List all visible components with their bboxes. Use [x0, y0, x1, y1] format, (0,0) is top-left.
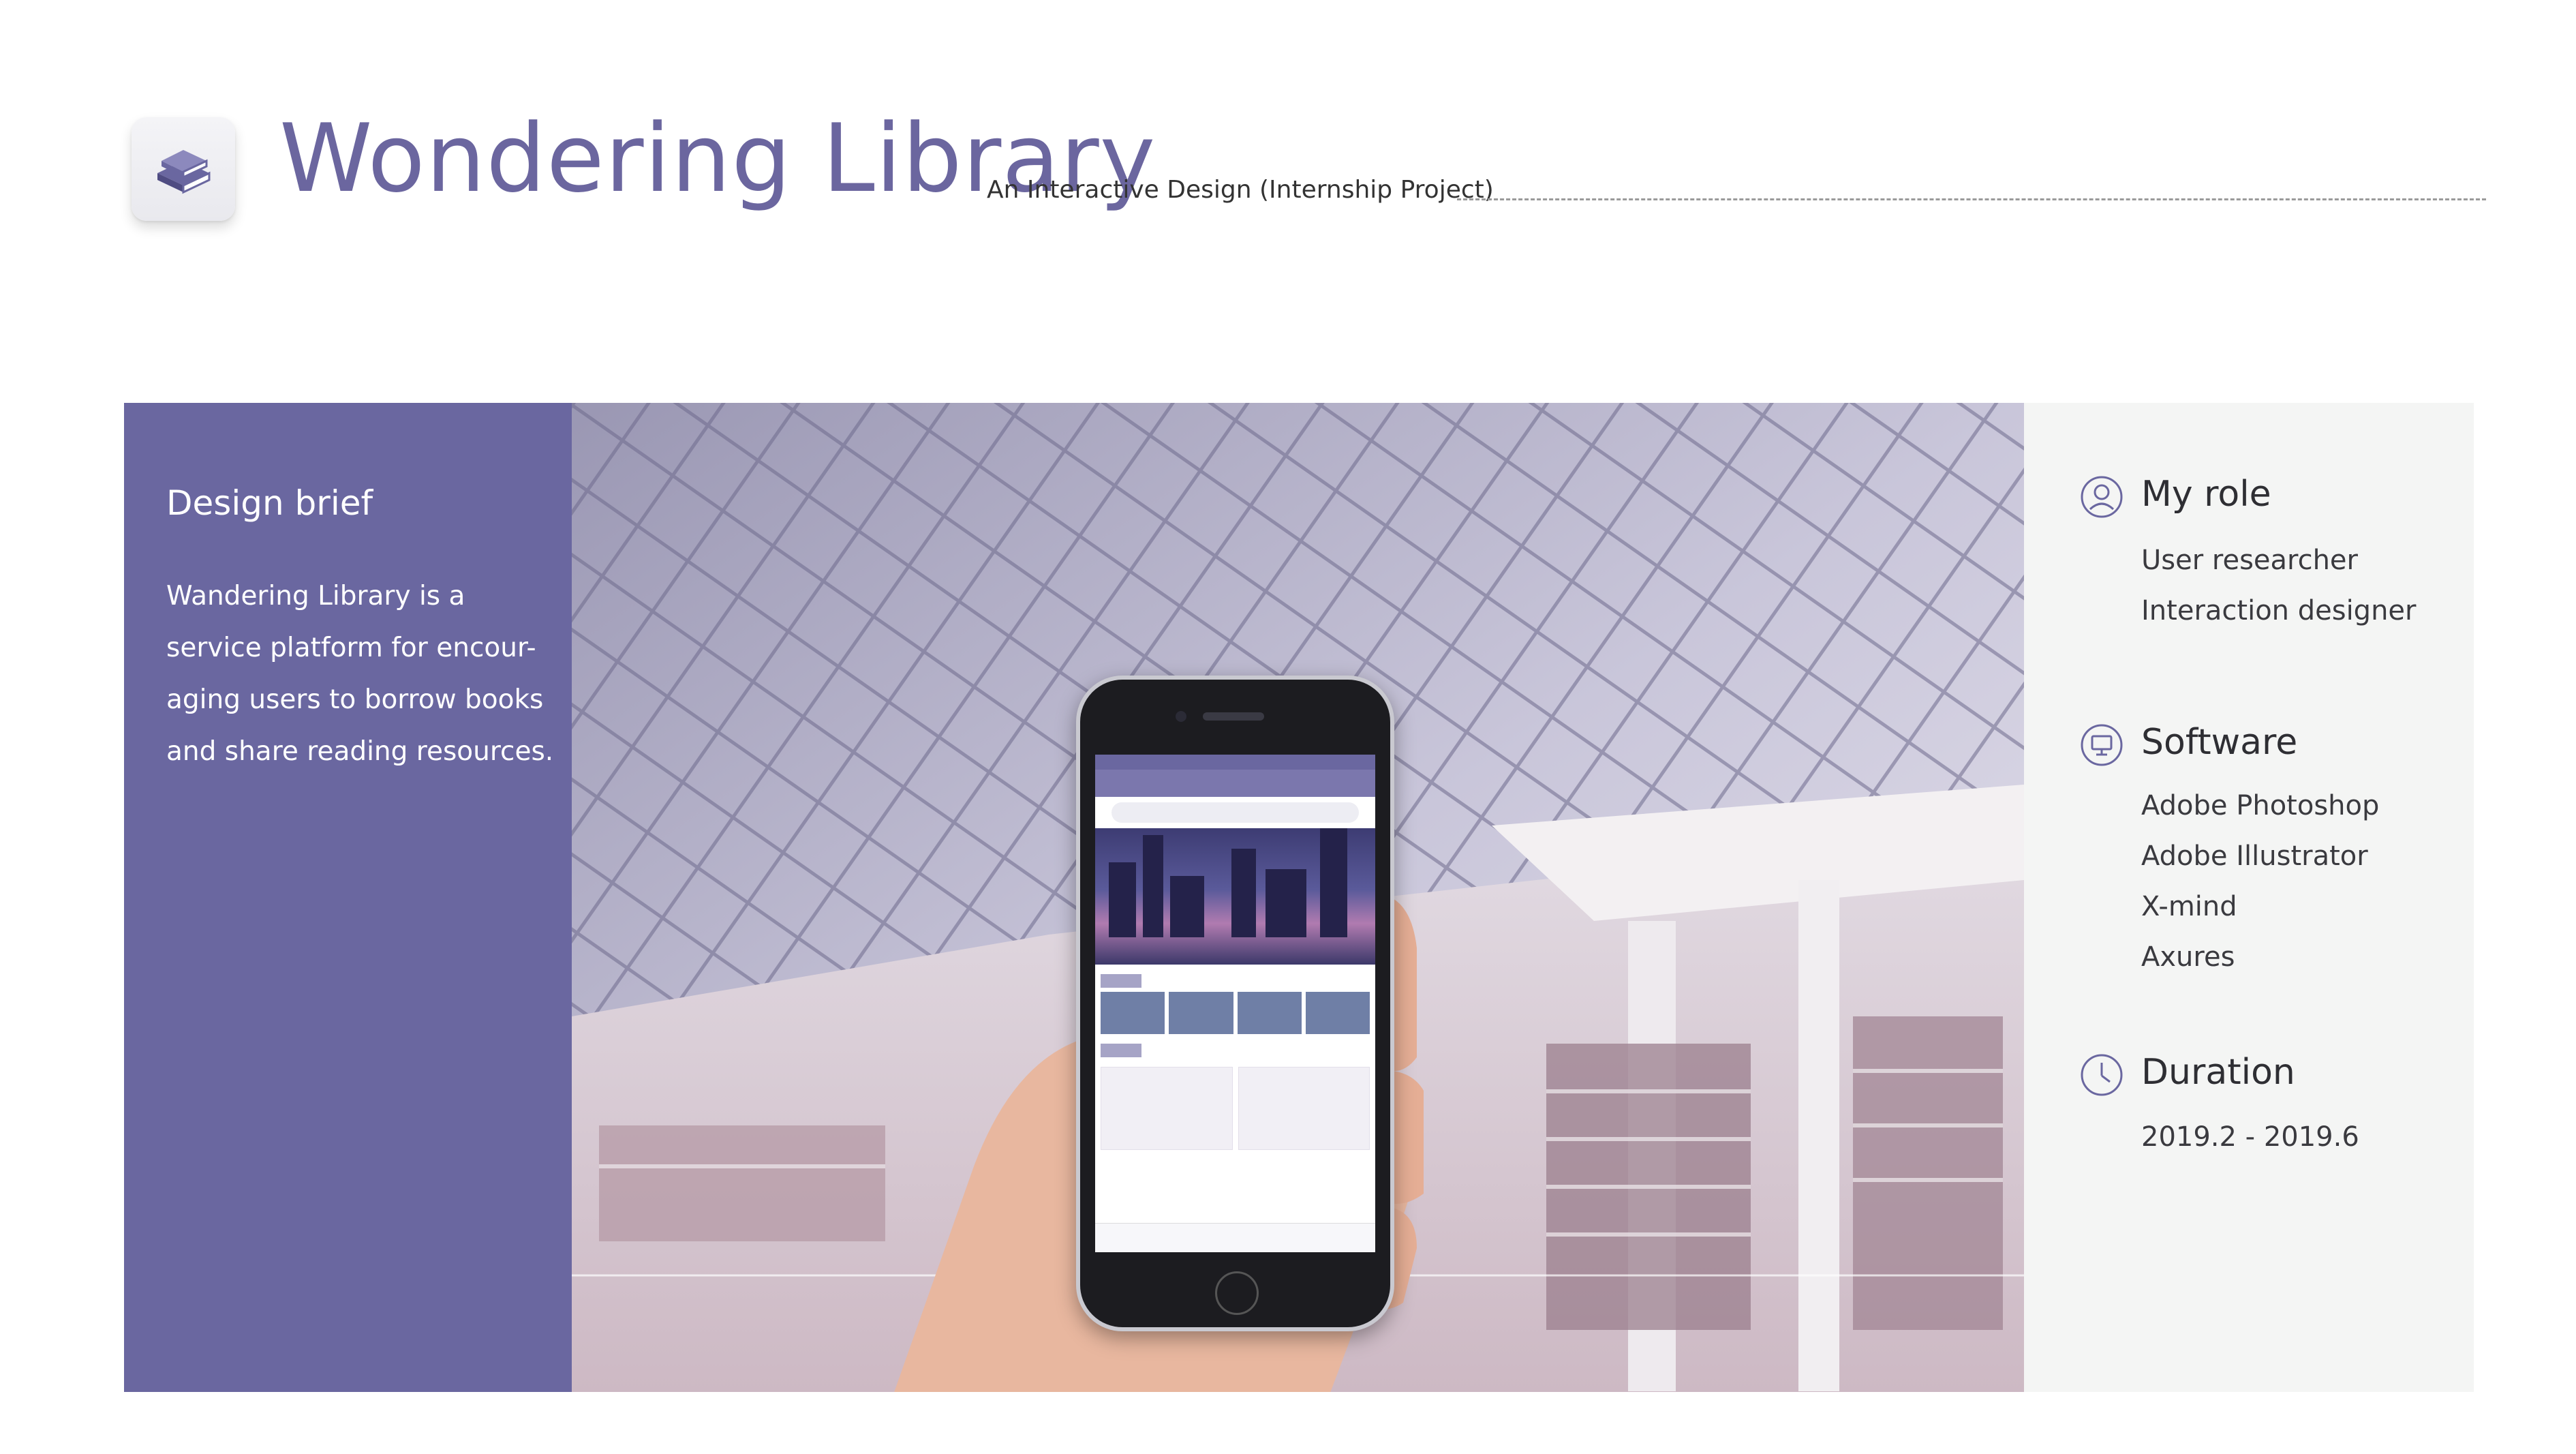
- software-list: Adobe Photoshop Adobe Illustrator X-mind…: [2141, 781, 2379, 982]
- design-brief-heading: Design brief: [166, 483, 373, 523]
- project-info-panel: My role User researcher Interaction desi…: [2024, 403, 2474, 1392]
- list-item: Adobe Illustrator: [2141, 840, 2368, 872]
- duration-heading: Duration: [2141, 1052, 2295, 1093]
- design-brief-line: aging users to borrow books: [166, 684, 544, 715]
- stacked-books-icon: [157, 150, 211, 194]
- page-subtitle: An Interactive Design (Internship Projec…: [987, 176, 1494, 204]
- design-brief-line: Wandering Library is a: [166, 581, 465, 611]
- phone-mockup: [1076, 676, 1394, 1331]
- software-heading: Software: [2141, 722, 2298, 763]
- list-item: X-mind: [2141, 891, 2237, 922]
- speaker-grille: [1203, 712, 1264, 721]
- home-button: [1215, 1271, 1259, 1315]
- my-role-heading: My role: [2141, 474, 2271, 515]
- list-item: Adobe Photoshop: [2141, 790, 2380, 821]
- app-screen-preview: [1095, 755, 1375, 1252]
- list-item: Axures: [2141, 941, 2235, 973]
- app-logo: [132, 117, 235, 221]
- list-item: Interaction designer: [2141, 595, 2417, 626]
- header-divider: [1457, 198, 2486, 200]
- list-item: 2019.2 - 2019.6: [2141, 1121, 2359, 1153]
- hero-photo: [572, 403, 2024, 1392]
- duration-list: 2019.2 - 2019.6: [2141, 1112, 2359, 1162]
- list-item: User researcher: [2141, 545, 2358, 576]
- camera-icon: [1176, 711, 1186, 722]
- design-brief-line: service platform for encour-: [166, 633, 536, 663]
- clock-icon: [2081, 1054, 2123, 1096]
- monitor-icon: [2081, 724, 2123, 766]
- design-brief-text: Wandering Library is a service platform …: [166, 571, 558, 778]
- design-brief-line: and share reading resources.: [166, 736, 554, 767]
- my-role-list: User researcher Interaction designer: [2141, 535, 2416, 636]
- user-avatar-icon: [2081, 476, 2123, 518]
- design-brief-panel: Design brief Wandering Library is a serv…: [124, 403, 572, 1392]
